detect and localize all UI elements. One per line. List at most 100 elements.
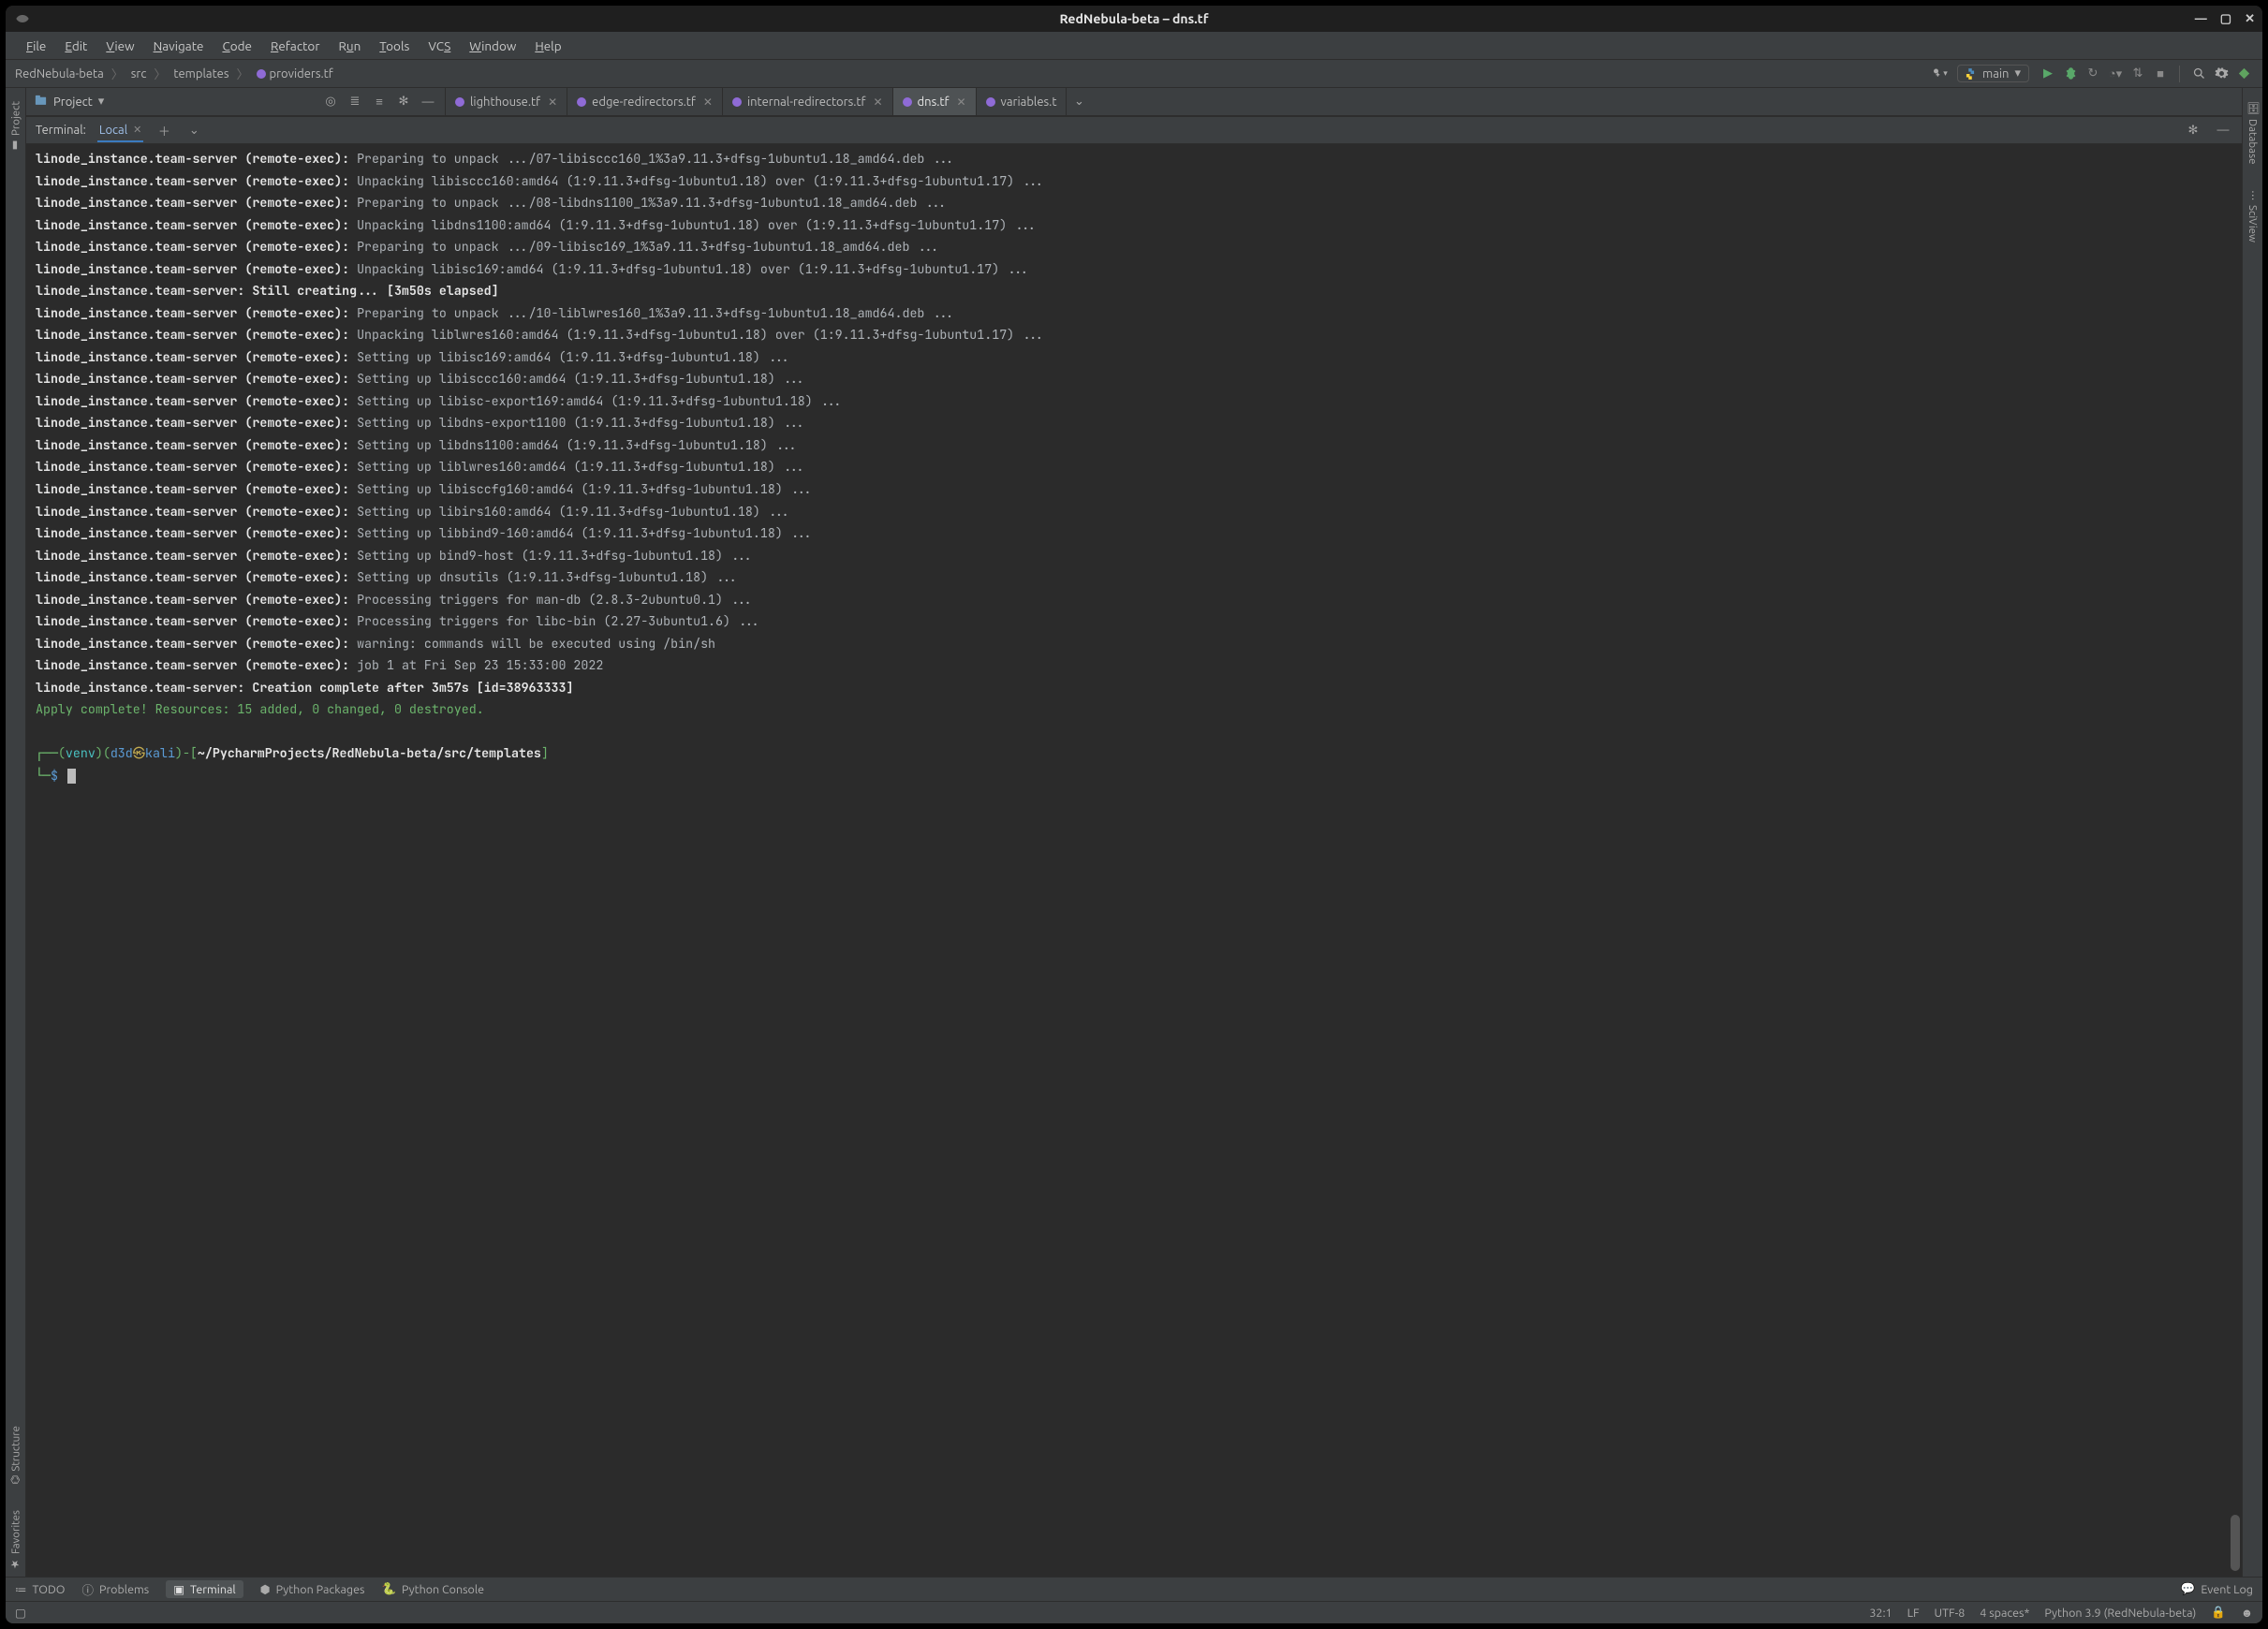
console-icon: 🐍 xyxy=(381,1582,396,1596)
select-open-file-button[interactable]: ◎ xyxy=(321,93,340,111)
breadcrumb-templates[interactable]: templates xyxy=(173,67,228,81)
menu-navigate[interactable]: Navigate xyxy=(146,36,212,56)
tabs-overflow-button[interactable]: ⌄ xyxy=(1067,88,1091,115)
stop-button[interactable]: ■ xyxy=(2151,65,2170,83)
hide-tool-button[interactable]: — xyxy=(419,93,437,111)
profile-button[interactable]: ◔▾ xyxy=(2106,65,2125,83)
window-title: RedNebula-beta – dns.tf xyxy=(1060,11,1209,26)
database-icon: 🗄 xyxy=(2246,101,2260,115)
tool-problems[interactable]: ⓘProblems xyxy=(81,1580,149,1598)
tool-event-log[interactable]: 💬Event Log xyxy=(2181,1582,2253,1596)
search-everywhere-button[interactable] xyxy=(2189,65,2208,83)
breadcrumb-src[interactable]: src xyxy=(131,67,147,81)
project-and-tabs-bar: Project ▾ ◎ ≣ ≡ ✻ — lighthouse.tf✕edge-r… xyxy=(26,88,2242,116)
coverage-button[interactable]: ↻ xyxy=(2084,65,2102,83)
tool-python-console[interactable]: 🐍Python Console xyxy=(381,1582,484,1596)
settings-button[interactable] xyxy=(2212,65,2231,83)
tab-label: lighthouse.tf xyxy=(470,95,540,109)
menu-run[interactable]: Run xyxy=(331,36,368,56)
editor-tab[interactable]: dns.tf✕ xyxy=(893,88,977,115)
status-lock-icon[interactable]: 🔒 xyxy=(2211,1606,2226,1620)
collapse-all-button[interactable]: ≡ xyxy=(370,93,389,111)
breadcrumb-separator-icon: 〉 xyxy=(237,65,249,82)
packages-icon: ⬢ xyxy=(260,1582,271,1596)
terminal-scrollbar[interactable] xyxy=(2231,1515,2240,1571)
close-icon[interactable]: ✕ xyxy=(873,95,882,109)
breadcrumb-root[interactable]: RedNebula-beta xyxy=(15,67,104,81)
terminal-header: Terminal: Local ✕ ＋ ⌄ ✻ — xyxy=(26,116,2242,144)
window-close-button[interactable]: ✕ xyxy=(2245,12,2255,26)
project-label[interactable]: Project xyxy=(53,95,93,109)
menu-help[interactable]: Help xyxy=(527,36,568,56)
window-titlebar: RedNebula-beta – dns.tf — ▢ ✕ xyxy=(6,6,2262,32)
project-icon xyxy=(34,94,48,110)
status-encoding[interactable]: UTF-8 xyxy=(1935,1607,1966,1620)
status-indent[interactable]: 4 spaces* xyxy=(1980,1607,2029,1620)
menu-tools[interactable]: Tools xyxy=(372,36,417,56)
status-toggle-tools-button[interactable]: ▢ xyxy=(15,1606,26,1620)
run-configuration-selector[interactable]: main ▾ xyxy=(1957,65,2029,82)
terraform-file-icon xyxy=(986,97,995,107)
tool-settings-button[interactable]: ✻ xyxy=(394,93,413,111)
expand-all-button[interactable]: ≣ xyxy=(346,93,364,111)
prompt-user: d3d xyxy=(110,744,133,761)
menu-file[interactable]: File xyxy=(19,36,53,56)
terminal-settings-button[interactable]: ✻ xyxy=(2184,121,2202,139)
menu-edit[interactable]: Edit xyxy=(57,36,95,56)
terminal-dropdown-button[interactable]: ⌄ xyxy=(184,121,203,139)
menu-view[interactable]: View xyxy=(98,36,141,56)
tool-project-tab[interactable]: ▮ Project xyxy=(9,95,22,158)
navigation-bar: RedNebula-beta 〉 src 〉 templates 〉 provi… xyxy=(6,60,2262,88)
breadcrumb[interactable]: RedNebula-beta 〉 src 〉 templates 〉 provi… xyxy=(15,65,333,82)
new-terminal-tab-button[interactable]: ＋ xyxy=(155,121,173,139)
tool-terminal[interactable]: ▣Terminal xyxy=(166,1580,243,1598)
terminal-title: Terminal: xyxy=(36,124,86,137)
terminal-output[interactable]: linode_instance.team-server (remote-exec… xyxy=(26,144,2242,1577)
tool-sciview-tab[interactable]: ⋯ SciView xyxy=(2246,184,2260,247)
terraform-file-icon xyxy=(903,97,912,107)
window-maximize-button[interactable]: ▢ xyxy=(2220,12,2231,26)
menu-window[interactable]: Window xyxy=(462,36,523,56)
editor-tab[interactable]: variables.t xyxy=(977,88,1068,115)
tool-todo[interactable]: ≔TODO xyxy=(15,1582,65,1596)
editor-tab[interactable]: lighthouse.tf ✕ xyxy=(446,88,567,115)
terminal-tab-local[interactable]: Local ✕ xyxy=(97,119,144,142)
close-icon[interactable]: ✕ xyxy=(956,95,965,109)
editor-tab[interactable]: edge-redirectors.tf✕ xyxy=(567,88,723,115)
add-user-icon[interactable]: ▾ xyxy=(1929,65,1948,83)
hide-terminal-button[interactable]: — xyxy=(2214,121,2232,139)
tool-python-packages[interactable]: ⬢Python Packages xyxy=(260,1582,365,1596)
concurrency-button[interactable]: ⇅ xyxy=(2128,65,2147,83)
left-tool-stripe: ▮ Project ⌬ Structure ★ Favorites xyxy=(6,88,26,1577)
debug-button[interactable] xyxy=(2061,65,2080,83)
close-icon[interactable]: ✕ xyxy=(548,95,557,109)
status-profile-icon[interactable]: ☻ xyxy=(2241,1607,2253,1620)
status-line-separator[interactable]: LF xyxy=(1907,1607,1920,1620)
tab-label: variables.t xyxy=(1001,95,1057,109)
chevron-down-icon[interactable]: ▾ xyxy=(98,95,105,109)
run-button[interactable]: ▶ xyxy=(2039,65,2057,83)
breadcrumb-separator-icon: 〉 xyxy=(154,65,166,82)
terminal-cursor xyxy=(67,769,76,784)
tool-database-tab[interactable]: 🗄 Database xyxy=(2246,95,2260,169)
ide-scripting-button[interactable] xyxy=(2234,65,2253,83)
status-caret-position[interactable]: 32:1 xyxy=(1869,1607,1892,1620)
breadcrumb-file[interactable]: providers.tf xyxy=(257,67,333,81)
tool-structure-tab[interactable]: ⌬ Structure xyxy=(9,1420,22,1490)
editor-tabs: lighthouse.tf✕edge-redirectors.tf✕intern… xyxy=(446,88,2242,115)
app-logo-icon xyxy=(15,11,30,26)
window-minimize-button[interactable]: — xyxy=(2195,12,2207,26)
menu-refactor[interactable]: Refactor xyxy=(263,36,327,56)
tool-favorites-tab[interactable]: ★ Favorites xyxy=(9,1504,22,1577)
project-tool-header: Project ▾ ◎ ≣ ≡ ✻ — xyxy=(34,88,446,115)
menu-code[interactable]: Code xyxy=(214,36,259,56)
close-icon[interactable]: ✕ xyxy=(703,95,713,109)
editor-tab[interactable]: internal-redirectors.tf✕ xyxy=(723,88,893,115)
menu-vcs[interactable]: VCS xyxy=(420,36,458,56)
toolbar-divider xyxy=(2179,66,2180,82)
event-log-icon: 💬 xyxy=(2181,1582,2196,1596)
status-interpreter[interactable]: Python 3.9 (RedNebula-beta) xyxy=(2044,1607,2196,1620)
right-tool-stripe: 🗄 Database ⋯ SciView xyxy=(2242,88,2262,1577)
python-icon xyxy=(1964,67,1977,81)
close-icon[interactable]: ✕ xyxy=(133,124,141,136)
